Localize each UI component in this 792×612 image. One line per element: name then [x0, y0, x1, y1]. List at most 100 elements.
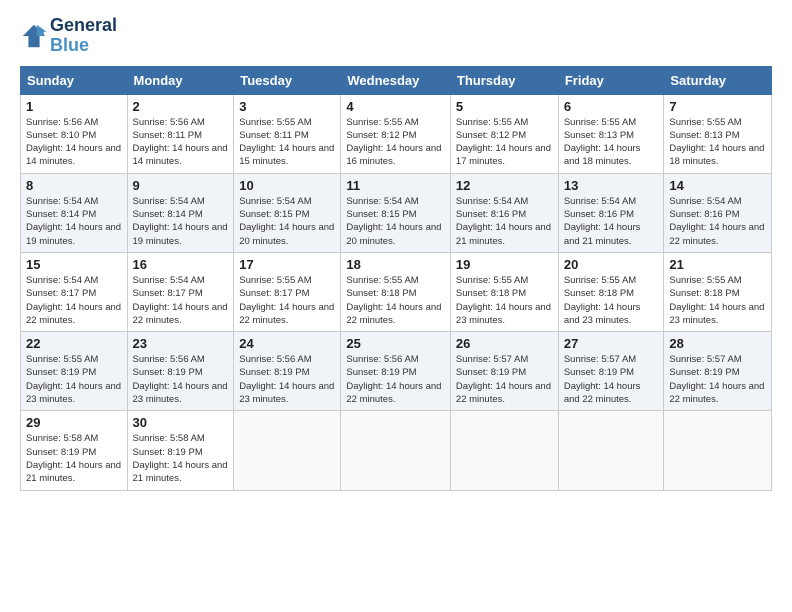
day-info: Sunrise: 5:55 AM Sunset: 8:13 PM Dayligh… [564, 116, 659, 169]
calendar-cell [341, 411, 451, 490]
logo-text: General Blue [50, 16, 117, 56]
day-number: 16 [133, 257, 229, 272]
day-info: Sunrise: 5:55 AM Sunset: 8:18 PM Dayligh… [564, 274, 659, 327]
weekday-header-wednesday: Wednesday [341, 66, 451, 94]
day-info: Sunrise: 5:56 AM Sunset: 8:19 PM Dayligh… [239, 353, 335, 406]
day-info: Sunrise: 5:55 AM Sunset: 8:19 PM Dayligh… [26, 353, 122, 406]
calendar-cell: 16 Sunrise: 5:54 AM Sunset: 8:17 PM Dayl… [127, 252, 234, 331]
day-info: Sunrise: 5:58 AM Sunset: 8:19 PM Dayligh… [133, 432, 229, 485]
calendar-week-row: 22 Sunrise: 5:55 AM Sunset: 8:19 PM Dayl… [21, 332, 772, 411]
day-number: 7 [669, 99, 766, 114]
logo-area: General Blue [20, 16, 117, 56]
day-number: 22 [26, 336, 122, 351]
calendar-cell: 2 Sunrise: 5:56 AM Sunset: 8:11 PM Dayli… [127, 94, 234, 173]
day-info: Sunrise: 5:54 AM Sunset: 8:15 PM Dayligh… [239, 195, 335, 248]
day-number: 20 [564, 257, 659, 272]
day-number: 15 [26, 257, 122, 272]
header: General Blue [20, 16, 772, 56]
day-number: 2 [133, 99, 229, 114]
day-number: 6 [564, 99, 659, 114]
day-number: 18 [346, 257, 445, 272]
calendar-cell: 13 Sunrise: 5:54 AM Sunset: 8:16 PM Dayl… [558, 173, 664, 252]
day-number: 26 [456, 336, 553, 351]
weekday-header-saturday: Saturday [664, 66, 772, 94]
day-info: Sunrise: 5:57 AM Sunset: 8:19 PM Dayligh… [456, 353, 553, 406]
day-number: 1 [26, 99, 122, 114]
calendar-cell: 19 Sunrise: 5:55 AM Sunset: 8:18 PM Dayl… [450, 252, 558, 331]
day-info: Sunrise: 5:54 AM Sunset: 8:15 PM Dayligh… [346, 195, 445, 248]
calendar-cell: 24 Sunrise: 5:56 AM Sunset: 8:19 PM Dayl… [234, 332, 341, 411]
weekday-header-monday: Monday [127, 66, 234, 94]
calendar-cell: 15 Sunrise: 5:54 AM Sunset: 8:17 PM Dayl… [21, 252, 128, 331]
day-number: 3 [239, 99, 335, 114]
day-info: Sunrise: 5:58 AM Sunset: 8:19 PM Dayligh… [26, 432, 122, 485]
weekday-header-thursday: Thursday [450, 66, 558, 94]
day-info: Sunrise: 5:55 AM Sunset: 8:13 PM Dayligh… [669, 116, 766, 169]
page: General Blue SundayMondayTuesdayWednesda… [0, 0, 792, 612]
calendar-cell: 1 Sunrise: 5:56 AM Sunset: 8:10 PM Dayli… [21, 94, 128, 173]
day-number: 30 [133, 415, 229, 430]
calendar-cell: 9 Sunrise: 5:54 AM Sunset: 8:14 PM Dayli… [127, 173, 234, 252]
day-info: Sunrise: 5:55 AM Sunset: 8:18 PM Dayligh… [669, 274, 766, 327]
day-number: 24 [239, 336, 335, 351]
calendar-cell: 11 Sunrise: 5:54 AM Sunset: 8:15 PM Dayl… [341, 173, 451, 252]
calendar-week-row: 8 Sunrise: 5:54 AM Sunset: 8:14 PM Dayli… [21, 173, 772, 252]
calendar-cell: 26 Sunrise: 5:57 AM Sunset: 8:19 PM Dayl… [450, 332, 558, 411]
day-info: Sunrise: 5:55 AM Sunset: 8:18 PM Dayligh… [346, 274, 445, 327]
day-info: Sunrise: 5:54 AM Sunset: 8:17 PM Dayligh… [133, 274, 229, 327]
calendar-cell: 20 Sunrise: 5:55 AM Sunset: 8:18 PM Dayl… [558, 252, 664, 331]
calendar-cell: 14 Sunrise: 5:54 AM Sunset: 8:16 PM Dayl… [664, 173, 772, 252]
day-info: Sunrise: 5:54 AM Sunset: 8:16 PM Dayligh… [456, 195, 553, 248]
day-number: 4 [346, 99, 445, 114]
weekday-header-friday: Friday [558, 66, 664, 94]
calendar-cell: 7 Sunrise: 5:55 AM Sunset: 8:13 PM Dayli… [664, 94, 772, 173]
day-number: 28 [669, 336, 766, 351]
day-number: 21 [669, 257, 766, 272]
calendar-cell: 29 Sunrise: 5:58 AM Sunset: 8:19 PM Dayl… [21, 411, 128, 490]
day-number: 5 [456, 99, 553, 114]
calendar-cell: 23 Sunrise: 5:56 AM Sunset: 8:19 PM Dayl… [127, 332, 234, 411]
day-number: 25 [346, 336, 445, 351]
day-info: Sunrise: 5:55 AM Sunset: 8:18 PM Dayligh… [456, 274, 553, 327]
day-number: 27 [564, 336, 659, 351]
day-number: 13 [564, 178, 659, 193]
day-number: 17 [239, 257, 335, 272]
calendar-cell: 3 Sunrise: 5:55 AM Sunset: 8:11 PM Dayli… [234, 94, 341, 173]
calendar-cell: 17 Sunrise: 5:55 AM Sunset: 8:17 PM Dayl… [234, 252, 341, 331]
day-info: Sunrise: 5:55 AM Sunset: 8:11 PM Dayligh… [239, 116, 335, 169]
calendar-cell: 25 Sunrise: 5:56 AM Sunset: 8:19 PM Dayl… [341, 332, 451, 411]
calendar-cell: 10 Sunrise: 5:54 AM Sunset: 8:15 PM Dayl… [234, 173, 341, 252]
day-info: Sunrise: 5:55 AM Sunset: 8:12 PM Dayligh… [456, 116, 553, 169]
day-number: 12 [456, 178, 553, 193]
day-info: Sunrise: 5:57 AM Sunset: 8:19 PM Dayligh… [564, 353, 659, 406]
day-number: 8 [26, 178, 122, 193]
day-info: Sunrise: 5:56 AM Sunset: 8:10 PM Dayligh… [26, 116, 122, 169]
calendar-cell [558, 411, 664, 490]
calendar-cell: 22 Sunrise: 5:55 AM Sunset: 8:19 PM Dayl… [21, 332, 128, 411]
day-info: Sunrise: 5:54 AM Sunset: 8:16 PM Dayligh… [669, 195, 766, 248]
day-number: 10 [239, 178, 335, 193]
day-info: Sunrise: 5:54 AM Sunset: 8:17 PM Dayligh… [26, 274, 122, 327]
calendar-week-row: 15 Sunrise: 5:54 AM Sunset: 8:17 PM Dayl… [21, 252, 772, 331]
day-info: Sunrise: 5:55 AM Sunset: 8:17 PM Dayligh… [239, 274, 335, 327]
calendar-cell: 28 Sunrise: 5:57 AM Sunset: 8:19 PM Dayl… [664, 332, 772, 411]
calendar-cell: 27 Sunrise: 5:57 AM Sunset: 8:19 PM Dayl… [558, 332, 664, 411]
weekday-header-sunday: Sunday [21, 66, 128, 94]
calendar-cell: 5 Sunrise: 5:55 AM Sunset: 8:12 PM Dayli… [450, 94, 558, 173]
calendar-cell [450, 411, 558, 490]
calendar-cell: 18 Sunrise: 5:55 AM Sunset: 8:18 PM Dayl… [341, 252, 451, 331]
weekday-header-row: SundayMondayTuesdayWednesdayThursdayFrid… [21, 66, 772, 94]
day-info: Sunrise: 5:54 AM Sunset: 8:14 PM Dayligh… [133, 195, 229, 248]
calendar-cell: 6 Sunrise: 5:55 AM Sunset: 8:13 PM Dayli… [558, 94, 664, 173]
calendar-cell: 12 Sunrise: 5:54 AM Sunset: 8:16 PM Dayl… [450, 173, 558, 252]
calendar-cell: 30 Sunrise: 5:58 AM Sunset: 8:19 PM Dayl… [127, 411, 234, 490]
day-number: 11 [346, 178, 445, 193]
day-number: 9 [133, 178, 229, 193]
calendar-cell [234, 411, 341, 490]
day-number: 29 [26, 415, 122, 430]
day-info: Sunrise: 5:54 AM Sunset: 8:16 PM Dayligh… [564, 195, 659, 248]
logo-icon [20, 22, 48, 50]
calendar-cell: 8 Sunrise: 5:54 AM Sunset: 8:14 PM Dayli… [21, 173, 128, 252]
calendar-cell [664, 411, 772, 490]
day-info: Sunrise: 5:57 AM Sunset: 8:19 PM Dayligh… [669, 353, 766, 406]
